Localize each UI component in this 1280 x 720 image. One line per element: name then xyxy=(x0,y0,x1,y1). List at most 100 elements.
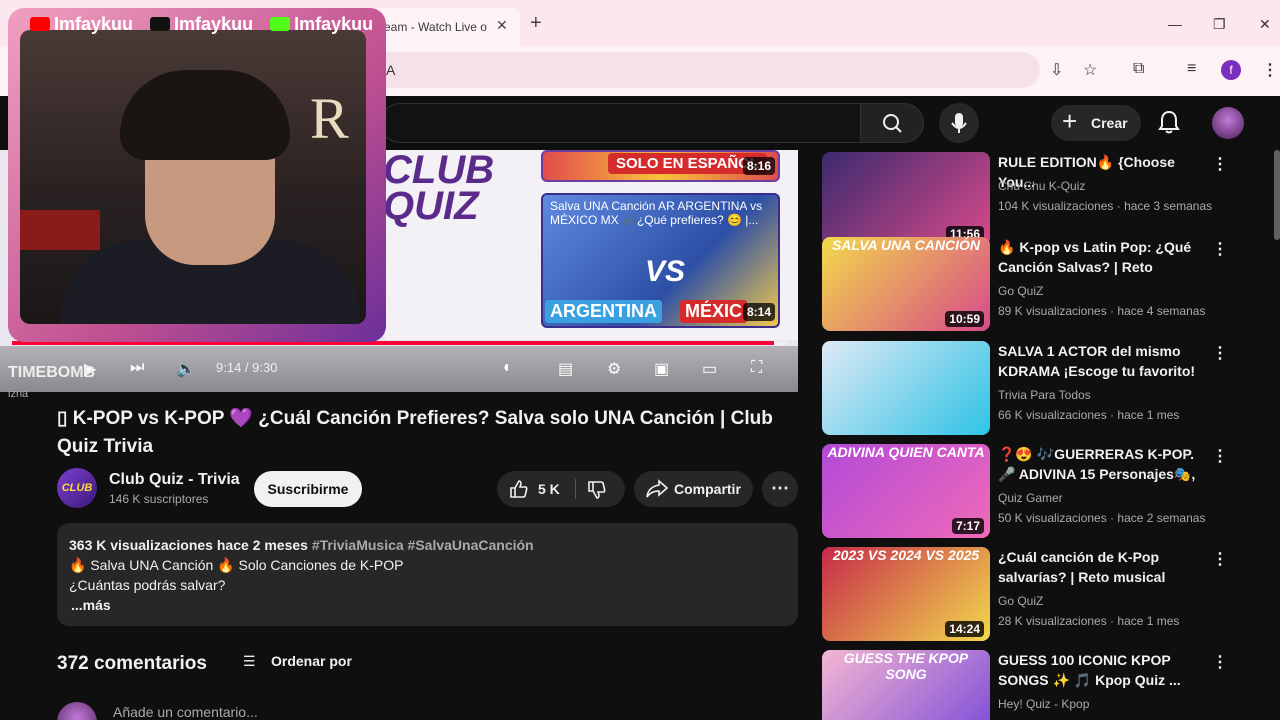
description-line-2: ¿Cuántas podrás salvar? xyxy=(69,577,226,593)
description-more-link[interactable]: ...más xyxy=(71,597,111,613)
endscreen-video-1-duration: 8:16 xyxy=(743,157,776,175)
video-menu-icon[interactable]: ⋮ xyxy=(1212,239,1228,259)
endscreen-video-2-title: Salva UNA Canción AR ARGENTINA vs MÉXICO… xyxy=(550,199,763,227)
share-icon xyxy=(646,479,668,498)
volume-icon[interactable]: 🔈 xyxy=(176,359,196,379)
recommended-title[interactable]: ❓😍 🎶GUERRERAS K-POP. 🎤 ADIVINA 15 Person… xyxy=(998,444,1208,484)
recommended-video[interactable]: GUESS THE KPOP SONG GUESS 100 ICONIC KPOP… xyxy=(822,650,1262,720)
fullscreen-icon[interactable]: ⛶ xyxy=(751,359,762,377)
recommended-title[interactable]: GUESS 100 ICONIC KPOP SONGS ✨ 🎵 Kpop Qui… xyxy=(998,650,1208,690)
share-button[interactable]: Compartir xyxy=(634,471,753,507)
recommended-thumbnail[interactable]: SALVA UNA CANCIÓN 10:59 xyxy=(822,237,990,331)
next-icon[interactable]: ⏭ xyxy=(130,359,144,377)
bookmark-star-icon[interactable]: ☆ xyxy=(1083,60,1097,80)
now-playing-song: TIMEBOMB xyxy=(8,364,96,381)
subtitles-icon[interactable]: ▤ xyxy=(558,359,573,379)
new-tab-button[interactable]: + xyxy=(530,13,542,33)
recommended-thumbnail[interactable] xyxy=(822,341,990,435)
browser-profile-avatar[interactable]: f xyxy=(1221,60,1241,80)
tab-close-icon[interactable]: ✕ xyxy=(496,17,508,34)
webcam-feed: R xyxy=(20,30,366,324)
video-menu-icon[interactable]: ⋮ xyxy=(1212,549,1228,569)
time-display: 9:14 / 9:30 xyxy=(216,360,278,375)
theater-mode-icon[interactable]: ▭ xyxy=(702,359,717,379)
description-line-1: 🔥 Salva UNA Canción 🔥 Solo Canciones de … xyxy=(69,557,404,573)
thumbnail-caption: GUESS THE KPOP SONG xyxy=(843,650,969,682)
comment-user-avatar xyxy=(57,702,97,720)
recommended-video[interactable]: ADIVINA QUIEN CANTA 7:17 ❓😍 🎶GUERRERAS K-P… xyxy=(822,444,1262,540)
video-duration: 7:17 xyxy=(951,518,984,534)
video-menu-icon[interactable]: ⋮ xyxy=(1212,446,1228,466)
subscribe-button[interactable]: Suscribirme xyxy=(254,471,362,507)
recommended-thumbnail[interactable]: GUESS THE KPOP SONG xyxy=(822,650,990,720)
channel-name[interactable]: Club Quiz - Trivia xyxy=(109,471,240,489)
endscreen-argentina-label: ARGENTINA xyxy=(545,300,662,323)
video-menu-icon[interactable]: ⋮ xyxy=(1212,154,1228,174)
more-actions-button[interactable]: ⋯ xyxy=(762,471,798,507)
sort-icon: ☰ xyxy=(243,653,256,669)
club-quiz-logo: CLUB QUIZ xyxy=(383,148,495,228)
minimize-button[interactable]: — xyxy=(1168,16,1182,32)
autoplay-toggle[interactable]: ◐ xyxy=(503,359,513,377)
now-playing-artist: izna xyxy=(8,388,29,400)
restore-button[interactable]: ❐ xyxy=(1213,16,1226,33)
endscreen-video-2-duration: 8:14 xyxy=(743,303,776,321)
comments-count: 372 comentarios xyxy=(57,653,207,674)
media-control-icon[interactable]: ≡ xyxy=(1187,60,1196,78)
recommended-channel[interactable]: Go QuiZ xyxy=(998,284,1043,298)
video-duration: 10:59 xyxy=(945,311,984,327)
like-icon[interactable] xyxy=(509,479,529,499)
browser-menu-icon[interactable]: ⋮ xyxy=(1262,60,1278,80)
search-icon xyxy=(883,114,902,133)
account-avatar[interactable] xyxy=(1212,107,1244,139)
recommended-title[interactable]: 🔥 K-pop vs Latin Pop: ¿Qué Canción Salva… xyxy=(998,237,1208,277)
video-menu-icon[interactable]: ⋮ xyxy=(1212,343,1228,363)
recommended-video[interactable]: SALVA 1 ACTOR del mismo KDRAMA ¡Escoge t… xyxy=(822,341,1262,437)
recommended-meta: 104 K visualizaciones · hace 3 semanas xyxy=(998,199,1213,213)
recommended-video[interactable]: SALVA UNA CANCIÓN 10:59 🔥 K-pop vs Latin P… xyxy=(822,237,1262,333)
streamer-hair xyxy=(120,70,290,160)
hashtags[interactable]: #TriviaMusica #SalvaUnaCanción xyxy=(312,537,534,553)
recommended-channel[interactable]: Hey! Quiz - Kpop xyxy=(998,697,1089,711)
recommended-video[interactable]: 11:56 RULE EDITION🔥 {Choose You... Chu Chu… xyxy=(822,152,1262,248)
search-input[interactable] xyxy=(380,103,860,143)
recommended-channel[interactable]: Quiz Gamer xyxy=(998,491,1063,505)
recommended-channel[interactable]: Trivia Para Todos xyxy=(998,388,1091,402)
recommended-thumbnail[interactable]: 11:56 xyxy=(822,152,990,246)
search-button[interactable] xyxy=(860,103,924,143)
recommended-thumbnail[interactable]: 2023 VS 2024 VS 2025 14:24 xyxy=(822,547,990,641)
recommended-title[interactable]: ¿Cuál canción de K-Pop salvarías? | Reto… xyxy=(998,547,1208,587)
page-scrollbar[interactable] xyxy=(1274,150,1280,240)
close-window-button[interactable]: ✕ xyxy=(1259,16,1271,33)
extensions-icon[interactable]: ⧉ xyxy=(1133,60,1144,78)
recommended-title[interactable]: SALVA 1 ACTOR del mismo KDRAMA ¡Escoge t… xyxy=(998,341,1208,381)
webcam-shelf xyxy=(20,210,100,250)
like-count: 5 K xyxy=(538,481,560,497)
dislike-icon[interactable] xyxy=(587,480,607,500)
recommended-video[interactable]: 2023 VS 2024 VS 2025 14:24 ¿Cuál canción d… xyxy=(822,547,1262,643)
kick-icon xyxy=(270,17,291,31)
recommended-thumbnail[interactable]: ADIVINA QUIEN CANTA 7:17 xyxy=(822,444,990,538)
recommended-meta: 89 K visualizaciones · hace 4 semanas xyxy=(998,304,1206,318)
recommended-channel[interactable]: Chu Chu K-Quiz xyxy=(998,179,1085,193)
recommended-meta: 28 K visualizaciones · hace 1 mes xyxy=(998,614,1180,628)
player-controls xyxy=(0,346,798,392)
channel-avatar[interactable]: CLUB QUIZ xyxy=(57,468,97,534)
video-menu-icon[interactable]: ⋮ xyxy=(1212,652,1228,672)
voice-search-button[interactable] xyxy=(939,103,979,143)
sort-comments-button[interactable]: ☰ Ordenar por xyxy=(243,653,352,670)
settings-gear-icon[interactable]: ⚙ xyxy=(607,359,621,379)
endscreen-mexico-label: MÉXIC xyxy=(680,300,748,323)
install-app-icon[interactable]: ⇩ xyxy=(1050,60,1063,80)
tiktok-icon xyxy=(150,17,171,31)
address-text: A xyxy=(386,62,396,78)
thumbnail-caption: ADIVINA QUIEN CANTA xyxy=(827,444,985,460)
like-separator xyxy=(575,479,576,499)
like-dislike-group xyxy=(497,471,625,507)
notifications-bell-icon[interactable] xyxy=(1158,110,1180,134)
address-bar[interactable]: A xyxy=(360,52,1040,88)
recommended-channel[interactable]: Go QuiZ xyxy=(998,594,1043,608)
miniplayer-icon[interactable]: ▣ xyxy=(654,359,669,379)
comment-input[interactable]: Añade un comentario... xyxy=(113,704,258,720)
microphone-icon xyxy=(951,113,967,133)
